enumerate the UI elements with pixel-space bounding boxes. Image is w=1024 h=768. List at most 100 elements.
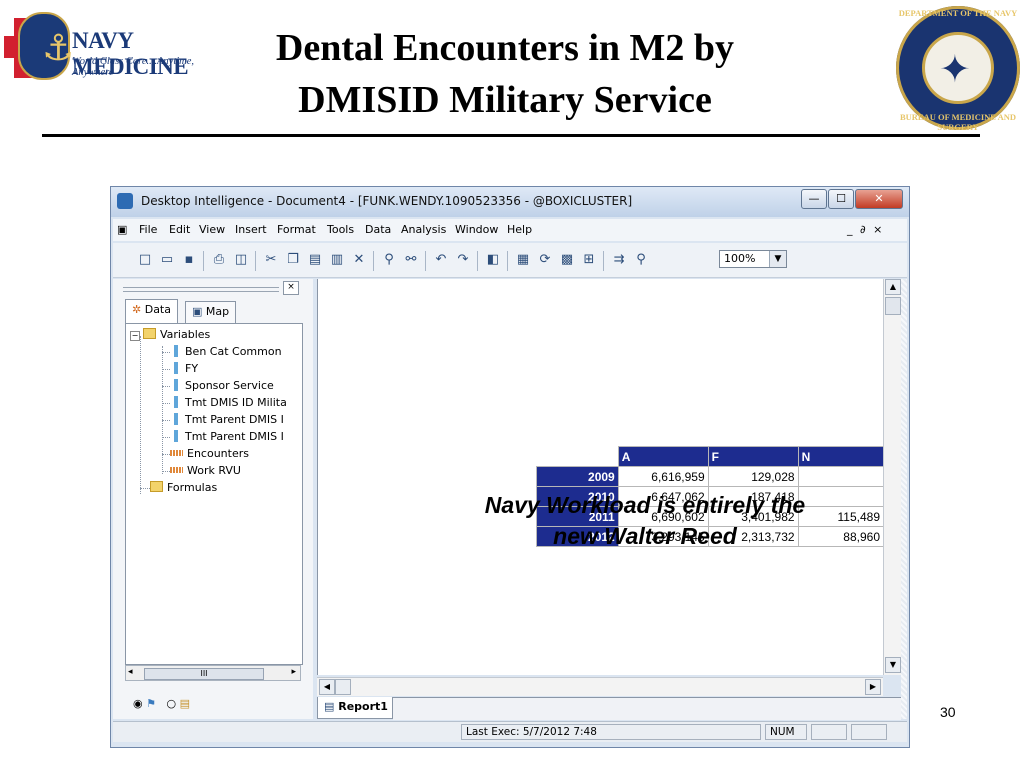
tree-item[interactable]: Ben Cat Common xyxy=(170,343,282,360)
menu-format[interactable]: Format xyxy=(277,223,316,236)
status-bar: Last Exec: 5/7/2012 7:48 NUM xyxy=(113,721,907,742)
radio-data-providers[interactable]: ○ xyxy=(166,697,176,710)
scroll-thumb[interactable] xyxy=(335,679,351,695)
cell-f[interactable]: 129,028 xyxy=(707,466,799,487)
scroll-right-icon[interactable]: ▸ xyxy=(291,667,296,677)
variables-view-icon: ⚑ xyxy=(146,697,156,710)
table-header-row: A F N xyxy=(537,446,885,467)
window-title: Desktop Intelligence - Document4 - [FUNK… xyxy=(141,194,633,208)
data-tab-icon: ✲ xyxy=(132,303,142,316)
report-manager-icon[interactable]: ◧ xyxy=(485,252,501,268)
view-mode-radios: ◉ ⚑ ○ ▤ xyxy=(133,697,190,710)
scroll-thumb[interactable] xyxy=(885,297,901,315)
zoom-icon[interactable]: ⚲ xyxy=(633,252,649,268)
save-icon[interactable]: ▪ xyxy=(181,252,197,268)
open-folder-icon[interactable]: ▭ xyxy=(159,252,175,268)
chevron-down-icon[interactable]: ▼ xyxy=(769,251,786,267)
column-header-f[interactable]: F xyxy=(707,446,799,467)
mdi-window-controls[interactable]: _ ∂ × xyxy=(847,223,884,236)
tree-item[interactable]: Tmt Parent DMIS I xyxy=(170,428,284,445)
zoom-select[interactable]: 100% ▼ xyxy=(719,250,787,268)
tree-node-variables[interactable]: − Variables xyxy=(130,326,210,343)
delete-icon[interactable]: ✕ xyxy=(351,252,367,268)
tree-item-label: Tmt Parent DMIS I xyxy=(185,413,284,426)
dimension-icon xyxy=(174,413,178,425)
panel-drag-handle[interactable] xyxy=(123,287,279,292)
cell-n[interactable] xyxy=(797,466,885,487)
tab-report1[interactable]: ▤ Report1 xyxy=(317,697,393,719)
menu-analysis[interactable]: Analysis xyxy=(401,223,446,236)
menu-insert[interactable]: Insert xyxy=(235,223,267,236)
tab-map[interactable]: ▣ Map xyxy=(185,301,237,323)
map-tab-icon: ▣ xyxy=(192,305,203,318)
cell-a[interactable]: 6,616,959 xyxy=(617,466,709,487)
toolbar-separator xyxy=(373,251,374,271)
tree-item[interactable]: Sponsor Service xyxy=(170,377,274,394)
close-button[interactable]: ✕ xyxy=(855,189,903,209)
maximize-button[interactable]: ☐ xyxy=(828,189,854,209)
scroll-thumb[interactable]: III xyxy=(144,668,264,680)
tree-item[interactable]: FY xyxy=(170,360,198,377)
scroll-down-icon[interactable]: ▼ xyxy=(885,657,901,673)
edit-data-provider-icon[interactable]: ▩ xyxy=(559,252,575,268)
scroll-left-icon[interactable]: ◂ xyxy=(128,667,133,677)
menu-edit[interactable]: Edit xyxy=(169,223,190,236)
variables-label: Variables xyxy=(160,328,211,341)
find-replace-icon[interactable]: ⚯ xyxy=(403,252,419,268)
tree-connector xyxy=(162,352,170,353)
tree-item[interactable]: Tmt Parent DMIS I xyxy=(170,411,284,428)
paste-special-icon[interactable]: ▥ xyxy=(329,252,345,268)
scroll-left-icon[interactable]: ◀ xyxy=(319,679,335,695)
menu-data[interactable]: Data xyxy=(365,223,391,236)
tree-item[interactable]: Work RVU xyxy=(170,462,241,479)
cut-icon[interactable]: ✂ xyxy=(263,252,279,268)
panel-close-icon[interactable]: × xyxy=(283,281,299,295)
table-row: 2009 6,616,959 129,028 xyxy=(536,466,885,487)
find-icon[interactable]: ⚲ xyxy=(381,252,397,268)
new-document-icon[interactable]: □ xyxy=(137,252,153,268)
scroll-right-icon[interactable]: ▶ xyxy=(865,679,881,695)
dimension-icon xyxy=(174,362,178,374)
minimize-button[interactable]: — xyxy=(801,189,827,209)
menu-tools[interactable]: Tools xyxy=(327,223,354,236)
refresh-icon[interactable]: ⟳ xyxy=(537,252,553,268)
tab-data[interactable]: ✲ Data xyxy=(125,299,178,323)
print-icon[interactable]: ⎙ xyxy=(211,252,227,268)
tree-connector xyxy=(162,386,170,387)
tree-node-formulas[interactable]: Formulas xyxy=(150,479,217,496)
data-manager-panel: × ✲ Data ▣ Map − Variables Ben Cat Common… xyxy=(113,279,313,719)
menu-file[interactable]: File xyxy=(139,223,157,236)
anchor-emblem: ⚓ xyxy=(18,12,74,80)
report-vertical-scrollbar[interactable]: ▲ ▼ xyxy=(883,279,902,675)
redo-icon[interactable]: ↷ xyxy=(455,252,471,268)
slice-and-dice-icon[interactable]: ⊞ xyxy=(581,252,597,268)
splitter-edge xyxy=(901,279,907,719)
tree-item[interactable]: Encounters xyxy=(170,445,249,462)
paste-icon[interactable]: ▤ xyxy=(307,252,323,268)
radio-variables[interactable]: ◉ xyxy=(133,697,143,710)
column-header-a[interactable]: A xyxy=(617,446,709,467)
structure-view-icon[interactable]: ▦ xyxy=(515,252,531,268)
collapse-icon[interactable]: − xyxy=(130,331,140,341)
report-horizontal-scrollbar[interactable]: ◀ ▶ xyxy=(317,677,883,696)
copy-icon[interactable]: ❐ xyxy=(285,252,301,268)
menu-help[interactable]: Help xyxy=(507,223,532,236)
document-icon[interactable]: ▣ xyxy=(117,223,127,236)
title-bar[interactable]: Desktop Intelligence - Document4 - [FUNK… xyxy=(111,187,909,217)
tree-item-label: Ben Cat Common xyxy=(185,345,282,358)
tree-connector xyxy=(162,403,170,404)
print-preview-icon[interactable]: ◫ xyxy=(233,252,249,268)
undo-icon[interactable]: ↶ xyxy=(433,252,449,268)
tree-horizontal-scrollbar[interactable]: ◂ III ▸ xyxy=(125,665,301,681)
seal-text-bottom: BUREAU OF MEDICINE AND SURGERY xyxy=(899,112,1017,132)
tab-data-label: Data xyxy=(144,303,171,316)
column-header-n[interactable]: N xyxy=(797,446,885,467)
scroll-up-icon[interactable]: ▲ xyxy=(885,279,901,295)
row-header-year[interactable]: 2009 xyxy=(536,466,619,487)
menu-window[interactable]: Window xyxy=(455,223,498,236)
insert-table-icon[interactable]: ⇉ xyxy=(611,252,627,268)
menu-view[interactable]: View xyxy=(199,223,225,236)
tree-item[interactable]: Tmt DMIS ID Milita xyxy=(170,394,287,411)
variables-tree: − Variables Ben Cat Common FY Sponsor Ser… xyxy=(125,323,303,665)
bumed-seal: DEPARTMENT OF THE NAVY ✦ BUREAU OF MEDIC… xyxy=(896,6,1020,132)
